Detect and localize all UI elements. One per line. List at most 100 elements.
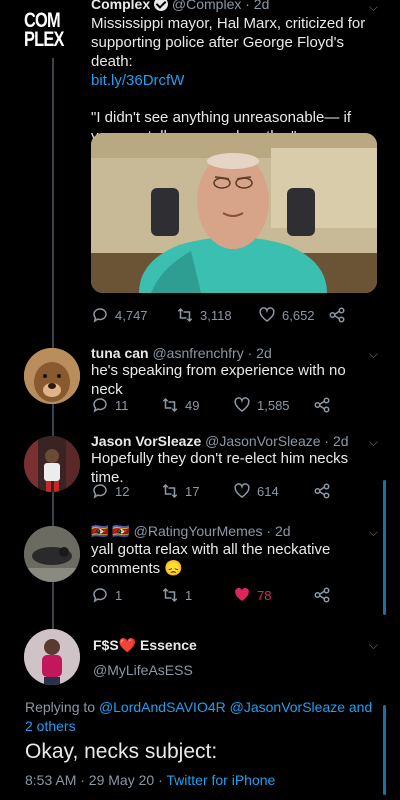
tweet-header: 🇸🇿 🇸🇿 @RatingYourMemes · 2d [91,523,378,540]
author-name[interactable]: tuna can [91,345,149,361]
tweet-reply-ratingyourmemes[interactable]: 🇸🇿 🇸🇿 @RatingYourMemes · 2d yall gotta r… [0,518,400,618]
tweet-link[interactable]: bit.ly/36DrcfW [91,71,378,90]
heart-icon [234,397,250,412]
tweet-text: he's speaking from experience with no ne… [91,362,346,398]
retweet-icon [177,307,193,323]
retweet-count: 3,118 [200,307,232,323]
person-avatar-image [24,629,80,685]
share-icon [314,397,330,413]
share-button[interactable] [313,482,331,500]
person-avatar-image [24,436,80,492]
main-tweet[interactable]: F$S❤️ Essence @MyLifeAsESS ⌵ Replying to… [0,618,400,800]
main-tweet-text: Okay, necks subject: [25,740,218,763]
like-count: 614 [257,483,279,499]
tweet-actions: 11 49 1,585 [91,396,370,414]
author-name[interactable]: Complex [91,0,150,12]
tweet-body: Complex @Complex · 2d Mississippi mayor,… [91,0,378,146]
avatar[interactable] [24,526,80,582]
author-name[interactable]: Jason VorSleaze [91,433,201,449]
avatar[interactable] [24,436,80,492]
author-name-suffix: Essence [140,637,197,653]
heart-filled-icon [235,587,249,601]
reply-button[interactable]: 1 [91,586,161,604]
author-handle[interactable]: @RatingYourMemes [134,523,263,539]
avatar[interactable] [24,348,80,404]
retweet-count: 17 [185,483,200,499]
tweet-body: Jason VorSleaze @JasonVorSleaze · 2d Hop… [91,433,378,487]
reply-count: 4,747 [115,307,148,323]
tweet-time: · 2d [247,345,272,361]
retweet-button[interactable]: 49 [161,396,233,414]
retweet-button[interactable]: 3,118 [176,306,258,324]
replying-to-label: Replying to [25,699,96,715]
reply-icon [93,308,107,323]
author-handle[interactable]: @JasonVorSleaze [205,433,320,449]
like-button[interactable]: 614 [233,482,313,500]
tweet-time: 8:53 AM · 29 May 20 · [25,772,163,788]
tweet-complex[interactable]: COM PLEX Complex @Complex · 2d Mississip… [0,0,400,340]
complex-logo: COM PLEX [24,9,64,51]
tweet-timestamp: 8:53 AM · 29 May 20 · Twitter for iPhone [25,772,275,788]
tweet-text-content: Mississippi mayor, Hal Marx, criticized … [91,15,366,70]
scrollbar[interactable] [383,480,386,615]
retweet-button[interactable]: 1 [161,586,233,604]
tweet-reply-jason-vorsleaze[interactable]: Jason VorSleaze @JasonVorSleaze · 2d Hop… [0,428,400,518]
chevron-down-icon[interactable]: ⌵ [369,638,378,653]
tweet-source[interactable]: Twitter for iPhone [166,772,275,788]
tweet-text: yall gotta relax with all the neckative … [91,540,378,578]
author-handle[interactable]: @asnfrenchfry [152,345,243,361]
red-heart-emoji: ❤️ [118,637,137,653]
animal-avatar-image [24,526,80,582]
author-name[interactable]: 🇸🇿 🇸🇿 [91,523,130,539]
like-count: 78 [257,587,272,603]
retweet-count: 49 [185,397,200,413]
dog-avatar-image [24,348,80,404]
tweet-body: 🇸🇿 🇸🇿 @RatingYourMemes · 2d yall gotta r… [91,523,378,578]
scrollbar-lower[interactable] [383,705,386,795]
author-name[interactable]: F$S❤️ Essence [93,637,197,654]
author-handle[interactable]: @MyLifeAsESS [93,662,193,678]
share-button[interactable] [328,306,346,324]
tweet-header: Jason VorSleaze @JasonVorSleaze · 2d [91,433,378,449]
reply-button[interactable]: 12 [91,482,161,500]
share-button[interactable] [313,586,331,604]
verified-badge-icon [154,0,169,11]
complex-logo-avatar[interactable]: COM PLEX [24,8,76,54]
retweet-button[interactable]: 17 [161,482,233,500]
share-icon [329,307,345,323]
reply-count: 12 [115,483,130,499]
chevron-down-icon[interactable]: ⌵ [369,435,378,450]
like-button[interactable]: 1,585 [233,396,313,414]
reply-icon [93,398,107,413]
reply-count: 1 [115,587,123,603]
disappointed-face-emoji: 😞 [164,560,184,577]
tweet-header: tuna can @asnfrenchfry · 2d [91,345,378,361]
tweet-reply-tuna-can[interactable]: tuna can @asnfrenchfry · 2d he's speakin… [0,340,400,428]
chevron-down-icon[interactable]: ⌵ [369,0,378,15]
tweet-header: Complex @Complex · 2d [91,0,378,12]
reply-button[interactable]: 11 [91,396,161,414]
reply-button[interactable]: 4,747 [91,306,176,324]
tweet-media-image[interactable] [91,133,377,293]
tweet-actions: 4,747 3,118 6,652 [91,306,370,324]
tweet-actions: 1 1 78 [91,586,370,604]
like-button[interactable]: 78 [233,586,313,604]
share-button[interactable] [313,396,331,414]
retweet-icon [162,397,178,413]
author-name-prefix: F$S [93,637,119,653]
replying-to: Replying to @LordAndSAVIO4R @JasonVorSle… [25,698,380,736]
tweet-text: Mississippi mayor, Hal Marx, criticized … [91,14,378,146]
chevron-down-icon[interactable]: ⌵ [369,347,378,362]
retweet-count: 1 [185,587,193,603]
chevron-down-icon[interactable]: ⌵ [369,525,378,540]
share-icon [314,483,330,499]
heart-icon [234,483,250,498]
avatar[interactable] [24,629,80,685]
reply-icon [93,588,107,603]
tweet-time: · 2d [245,0,270,12]
like-button[interactable]: 6,652 [258,306,328,324]
author-handle[interactable]: @Complex [172,0,241,12]
tweet-actions: 12 17 614 [91,482,370,500]
reply-count: 11 [115,397,129,413]
retweet-icon [162,483,178,499]
